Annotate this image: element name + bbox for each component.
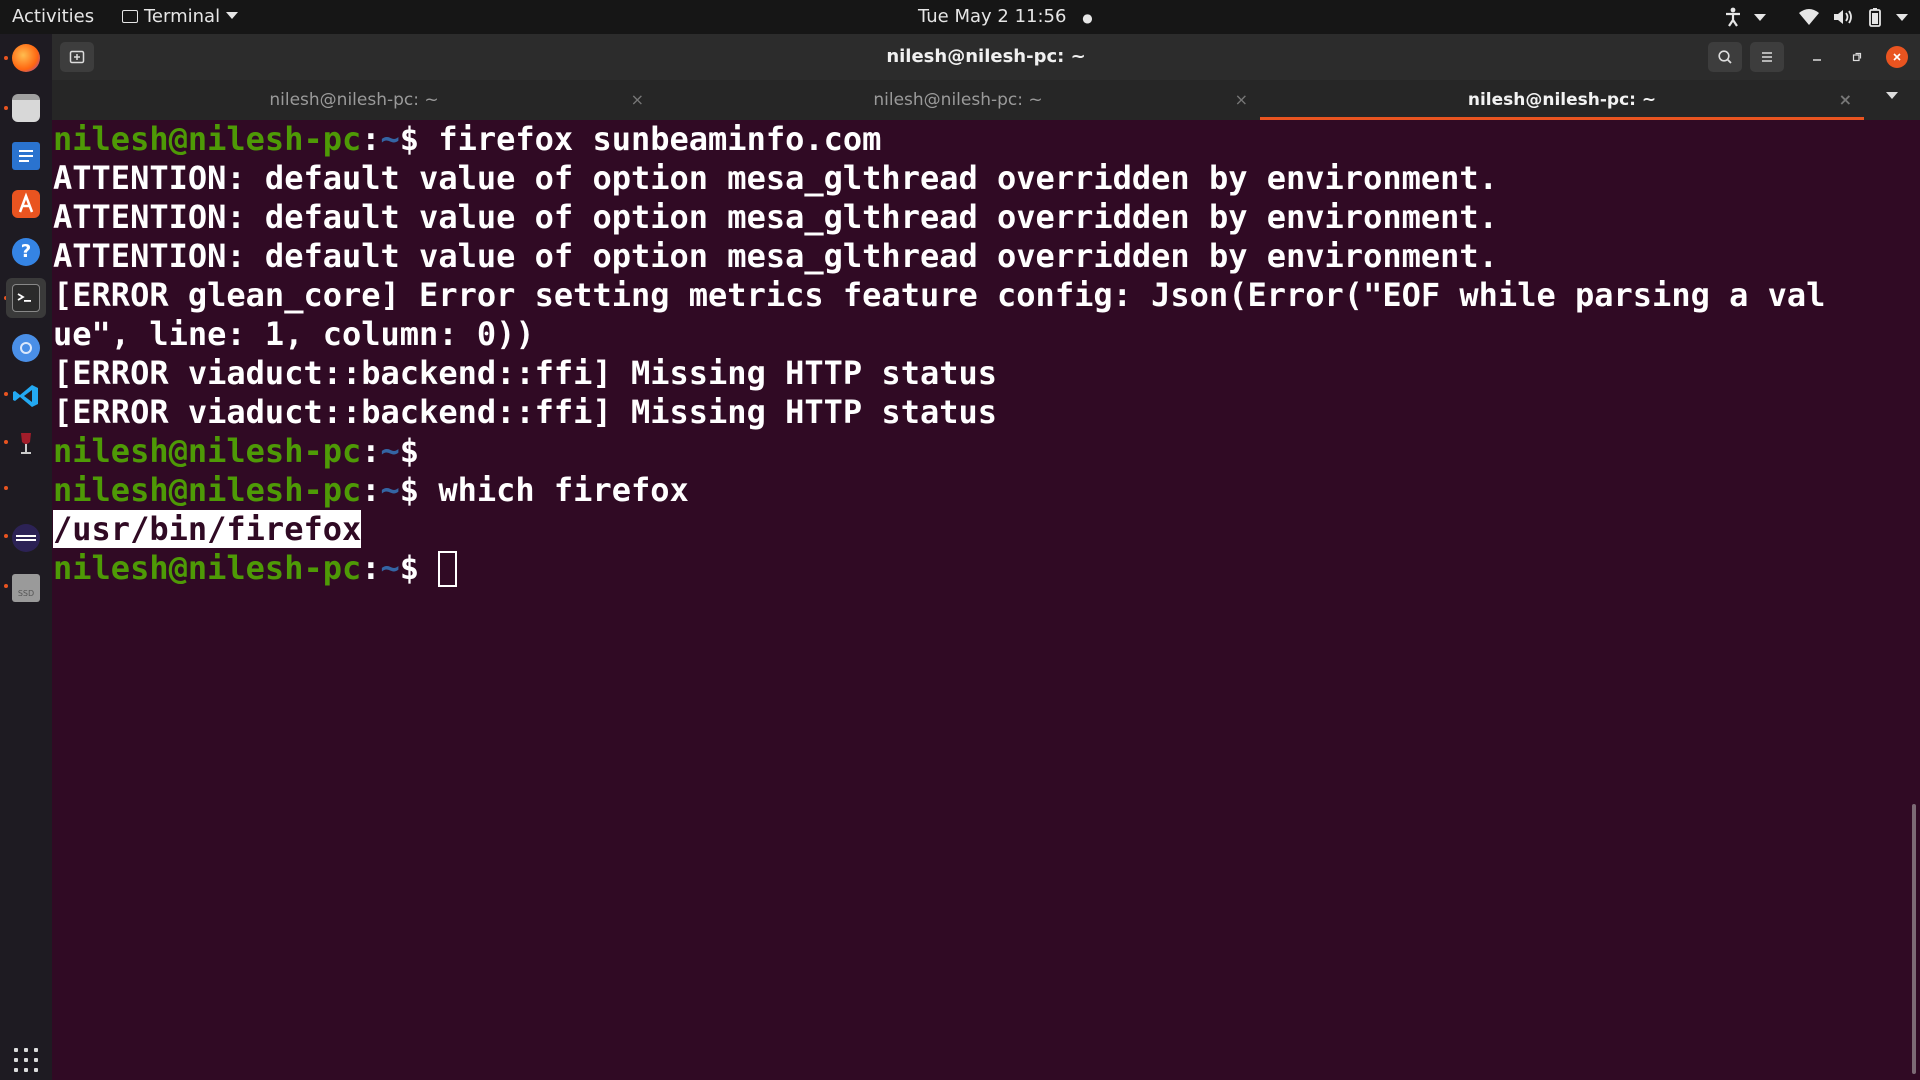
tab-2[interactable]: nilesh@nilesh-pc: ~ ×: [656, 80, 1260, 120]
restore-button[interactable]: [1846, 46, 1868, 68]
files-icon[interactable]: [12, 94, 40, 122]
terminal-line: ATTENTION: default value of option mesa_…: [53, 198, 1498, 236]
terminal-line: nilesh@nilesh-pc:~$: [53, 549, 1913, 588]
command-text: which firefox: [438, 471, 689, 509]
window-title: nilesh@nilesh-pc: ~: [886, 46, 1086, 67]
prompt-dollar: $: [399, 120, 439, 158]
terminal-line: ATTENTION: default value of option mesa_…: [53, 237, 1498, 275]
prompt-user-host: nilesh@nilesh-pc: [53, 549, 362, 587]
disk-icon[interactable]: SSD: [12, 574, 40, 602]
terminal-line: ATTENTION: default value of option mesa_…: [53, 159, 1498, 197]
scrollbar[interactable]: [1912, 804, 1916, 1074]
help-icon[interactable]: ?: [12, 238, 40, 266]
app-menu-label: Terminal: [144, 6, 221, 27]
prompt-path: ~: [380, 471, 400, 509]
app-menu[interactable]: Terminal: [122, 0, 239, 34]
terminal-window: nilesh@nilesh-pc: ~ nilesh@nilesh-pc: ~ …: [52, 34, 1920, 1080]
minimize-button[interactable]: [1806, 46, 1828, 68]
running-indicator: [4, 440, 8, 444]
tab-close-button[interactable]: ×: [1839, 80, 1852, 120]
clock[interactable]: Tue May 2 11:56 ●: [918, 0, 1093, 34]
chevron-down-icon[interactable]: [1896, 13, 1908, 21]
software-center-icon[interactable]: [12, 190, 40, 218]
terminal-line: [ERROR glean_core] Error setting metrics…: [53, 276, 1826, 314]
chevron-down-icon[interactable]: [1754, 13, 1766, 21]
tab-label: nilesh@nilesh-pc: ~: [873, 90, 1043, 110]
running-indicator: [4, 392, 8, 396]
prompt-colon: :: [361, 432, 381, 470]
libreoffice-writer-icon[interactable]: [12, 142, 40, 170]
terminal-line: [ERROR viaduct::backend::ffi] Missing HT…: [53, 354, 998, 392]
chevron-down-icon: [226, 12, 239, 19]
wine-icon[interactable]: [12, 430, 40, 458]
eclipse-icon[interactable]: [12, 524, 40, 552]
prompt-path: ~: [380, 549, 400, 587]
terminal-line: nilesh@nilesh-pc:~$ firefox sunbeaminfo.…: [53, 120, 1913, 159]
prompt-dollar: $: [399, 471, 439, 509]
chromium-icon[interactable]: [12, 334, 40, 362]
running-indicator: [4, 584, 8, 588]
tab-close-button[interactable]: ×: [631, 80, 644, 120]
prompt-colon: :: [361, 549, 381, 587]
prompt-colon: :: [361, 471, 381, 509]
battery-icon[interactable]: [1866, 7, 1884, 27]
activities-button[interactable]: Activities: [12, 0, 94, 34]
running-indicator: [4, 486, 8, 490]
restore-icon: [1852, 52, 1862, 62]
prompt-dollar: $: [399, 549, 439, 587]
text-cursor: [438, 551, 458, 587]
new-tab-button[interactable]: [60, 42, 94, 72]
prompt-dollar: $: [399, 432, 439, 470]
close-button[interactable]: [1886, 46, 1908, 68]
hamburger-icon: [1762, 52, 1772, 62]
running-indicator: [4, 106, 8, 110]
terminal-app-icon: [122, 10, 138, 23]
terminal-line: /usr/bin/firefox: [53, 510, 1913, 549]
running-indicator: [4, 534, 8, 538]
terminal-line: ue", line: 1, column: 0)): [53, 315, 535, 353]
close-icon: [1893, 53, 1901, 61]
top-bar: Activities Terminal Tue May 2 11:56 ●: [0, 0, 1920, 34]
minimize-icon: [1813, 59, 1821, 61]
firefox-icon[interactable]: [12, 44, 40, 72]
tab-close-button[interactable]: ×: [1235, 80, 1248, 120]
prompt-path: ~: [380, 432, 400, 470]
wifi-icon[interactable]: [1798, 8, 1820, 26]
prompt-user-host: nilesh@nilesh-pc: [53, 120, 362, 158]
tab-label: nilesh@nilesh-pc: ~: [269, 90, 439, 110]
prompt-user-host: nilesh@nilesh-pc: [53, 432, 362, 470]
terminal-output[interactable]: nilesh@nilesh-pc:~$ firefox sunbeaminfo.…: [53, 120, 1913, 1080]
show-applications-button[interactable]: [14, 1048, 38, 1072]
tab-3-active[interactable]: nilesh@nilesh-pc: ~ ×: [1260, 80, 1864, 120]
tab-label: nilesh@nilesh-pc: ~: [1467, 90, 1657, 110]
search-button[interactable]: [1708, 42, 1742, 72]
prompt-user-host: nilesh@nilesh-pc: [53, 471, 362, 509]
volume-icon[interactable]: [1832, 8, 1854, 26]
tab-bar: nilesh@nilesh-pc: ~ × nilesh@nilesh-pc: …: [52, 80, 1920, 120]
terminal-line: [ERROR viaduct::backend::ffi] Missing HT…: [53, 393, 998, 431]
prompt-colon: :: [361, 120, 381, 158]
hamburger-menu-button[interactable]: [1750, 42, 1784, 72]
dock: ? SSD: [0, 34, 52, 1080]
notification-dot: ●: [1082, 11, 1093, 25]
title-bar[interactable]: nilesh@nilesh-pc: ~: [52, 34, 1920, 80]
terminal-icon[interactable]: [12, 284, 40, 312]
clock-label: Tue May 2 11:56: [918, 6, 1067, 27]
tab-1[interactable]: nilesh@nilesh-pc: ~ ×: [52, 80, 656, 120]
accessibility-icon[interactable]: [1724, 7, 1742, 27]
tab-overflow-chevron-icon[interactable]: [1886, 92, 1898, 99]
system-tray[interactable]: [1724, 0, 1908, 34]
terminal-line: nilesh@nilesh-pc:~$ which firefox: [53, 471, 1913, 510]
vscode-icon[interactable]: [12, 382, 40, 410]
search-icon: [1718, 50, 1732, 64]
prompt-path: ~: [380, 120, 400, 158]
terminal-line: nilesh@nilesh-pc:~$: [53, 432, 1913, 471]
command-text: firefox sunbeaminfo.com: [438, 120, 882, 158]
running-indicator: [4, 56, 8, 60]
selected-text[interactable]: /usr/bin/firefox: [53, 510, 362, 548]
